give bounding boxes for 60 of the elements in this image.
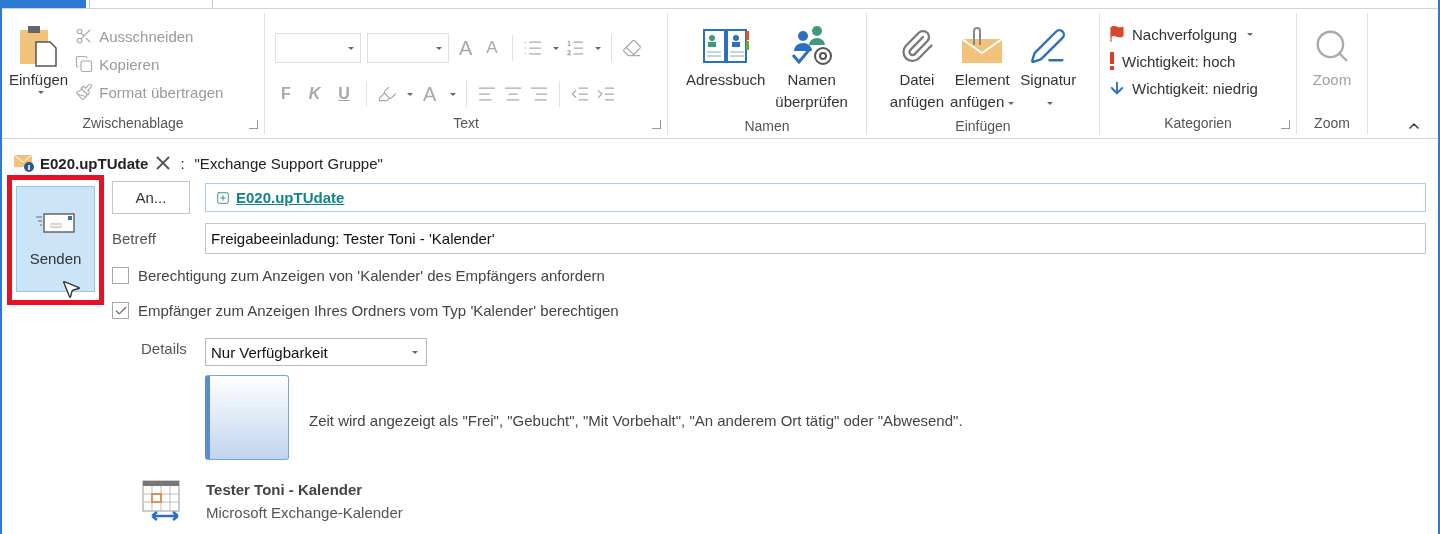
- group-label: Einfügen: [955, 117, 1011, 134]
- envelope-icon: [35, 211, 76, 234]
- launcher-icon[interactable]: [249, 120, 258, 129]
- recipient-field[interactable]: E020.upTUdate: [205, 183, 1426, 212]
- sender-name: E020.upTUdate: [40, 154, 149, 172]
- address-book-icon: [702, 27, 749, 65]
- group-label: Zoom: [1314, 115, 1350, 131]
- checkbox[interactable]: [112, 302, 129, 319]
- subject-label: Betreff: [112, 230, 157, 247]
- ribbon-button[interactable]: Element anfügen: [947, 13, 1018, 117]
- ribbon-button[interactable]: Namen überprüfen: [772, 13, 851, 117]
- caret-icon: [406, 92, 413, 96]
- details-description: Zeit wird angezeigt als "Frei", "Gebucht", "Mit Vorbehalt", "An anderem Ort tätig" oder "Abwesend".: [309, 411, 963, 429]
- send-button[interactable]: Senden: [16, 186, 95, 292]
- category-command[interactable]: Wichtigkeit: hoch: [1104, 50, 1262, 72]
- option-label: Empfänger zum Anzeigen Ihres Ordners vom Typ 'Kalender' berechtigen: [138, 302, 619, 319]
- clipboard-icon: [17, 24, 60, 68]
- down-arrow-icon: [1108, 79, 1126, 97]
- envelope-clip-icon: [960, 27, 1005, 65]
- ribbon-button[interactable]: Signatur: [1017, 13, 1080, 117]
- paintbrush-icon: [75, 83, 94, 101]
- caret-icon: [594, 46, 601, 50]
- ribbon-button[interactable]: Adressbuch: [683, 13, 769, 117]
- expand-icon: [216, 190, 230, 205]
- eraser-icon: [621, 38, 642, 58]
- recipient-link[interactable]: E020.upTUdate: [236, 189, 345, 206]
- launcher-icon[interactable]: [652, 120, 661, 129]
- caret-icon: [348, 46, 354, 50]
- details-label: Details: [140, 339, 188, 357]
- group-label: Text: [453, 115, 479, 131]
- caret-icon: [37, 91, 44, 94]
- envelope-info-icon: [14, 154, 36, 172]
- option-label: Berechtigung zum Anzeigen von 'Kalender' des Empfängers anfordern: [138, 267, 605, 284]
- sharing-group-name: "Exchange Support Gruppe": [194, 154, 383, 172]
- caret-icon: [552, 46, 559, 50]
- paste-button[interactable]: Einfügen: [6, 13, 72, 112]
- highlighter-icon: [376, 84, 397, 104]
- flag-icon: [1108, 25, 1126, 43]
- caret-icon: [412, 350, 418, 354]
- calendar-subtitle: Microsoft Exchange-Kalender: [206, 504, 403, 521]
- group-label: Zwischenablage: [82, 115, 184, 131]
- separator-text: :: [180, 154, 185, 172]
- copy-icon: [75, 55, 94, 73]
- caret-icon: [450, 92, 457, 96]
- subject-field[interactable]: Freigabeeinladung: Tester Toni - 'Kalender': [205, 223, 1426, 254]
- to-button[interactable]: An...: [112, 181, 190, 214]
- calendar-title: Tester Toni - Kalender: [206, 481, 364, 498]
- category-command[interactable]: Nachverfolgung: [1104, 23, 1262, 45]
- launcher-icon[interactable]: [1281, 120, 1290, 129]
- ribbon-button[interactable]: Datei anfügen: [886, 13, 948, 117]
- group-label: Kategorien: [1164, 115, 1232, 131]
- caret-icon: [436, 46, 442, 50]
- checkbox[interactable]: [112, 267, 129, 284]
- signature-icon: [1029, 27, 1068, 65]
- group-label: Namen: [744, 117, 790, 134]
- cursor-icon: [60, 278, 82, 300]
- details-dropdown[interactable]: Nur Verfügbarkeit: [205, 338, 427, 366]
- category-command[interactable]: Wichtigkeit: niedrig: [1104, 77, 1262, 99]
- numbering-icon: [564, 38, 585, 58]
- exclamation-icon: [1108, 52, 1116, 70]
